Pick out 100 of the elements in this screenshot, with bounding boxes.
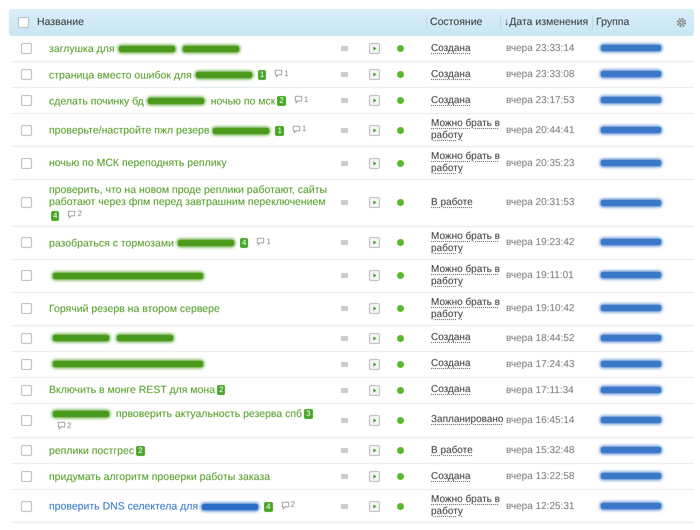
status-link[interactable]: Можно брать в работу bbox=[431, 230, 503, 254]
play-icon[interactable] bbox=[369, 384, 380, 396]
row-checkbox[interactable] bbox=[21, 303, 32, 314]
task-link[interactable]: проверьте/настройте пжл резерв bbox=[49, 124, 210, 137]
status-link[interactable]: Можно брать в работу bbox=[431, 494, 503, 518]
row-checkbox[interactable] bbox=[21, 358, 32, 370]
status-link[interactable]: В работе bbox=[431, 444, 503, 456]
status-link[interactable]: В работе bbox=[431, 196, 503, 209]
play-icon[interactable] bbox=[369, 303, 380, 314]
row-checkbox[interactable] bbox=[21, 197, 32, 208]
task-link[interactable]: проверить DNS селектела для bbox=[49, 500, 198, 513]
row-checkbox[interactable] bbox=[21, 332, 32, 344]
row-checkbox[interactable] bbox=[21, 69, 32, 80]
menu-icon[interactable] bbox=[341, 46, 348, 51]
task-link[interactable]: ночью по МСК переподнять реплику bbox=[49, 157, 227, 169]
menu-icon[interactable] bbox=[341, 388, 348, 392]
row-checkbox[interactable] bbox=[21, 471, 32, 482]
menu-icon[interactable] bbox=[341, 418, 348, 423]
play-icon[interactable] bbox=[369, 358, 380, 370]
task-link[interactable]: првоверить актуальность резерва спб bbox=[116, 408, 302, 420]
settings-icon[interactable] bbox=[676, 17, 686, 28]
play-icon[interactable] bbox=[369, 197, 380, 208]
status-link[interactable]: Создана bbox=[431, 384, 503, 396]
row-checkbox[interactable] bbox=[21, 95, 32, 106]
row-checkbox[interactable] bbox=[21, 270, 32, 281]
status-link[interactable]: Можно брать в работу bbox=[431, 264, 503, 288]
date-text: вчера 17:11:34 bbox=[505, 384, 575, 398]
status-link[interactable]: Запланировано bbox=[431, 414, 503, 426]
status-link[interactable]: Создана bbox=[431, 470, 503, 482]
menu-icon[interactable] bbox=[341, 240, 348, 245]
play-icon[interactable] bbox=[369, 471, 380, 482]
menu-icon[interactable] bbox=[341, 160, 348, 166]
status-link[interactable]: Создана bbox=[431, 94, 503, 106]
menu-icon[interactable] bbox=[341, 200, 348, 206]
menu-icon[interactable] bbox=[341, 504, 348, 508]
menu-icon[interactable] bbox=[341, 474, 348, 479]
blurred-text bbox=[601, 386, 661, 393]
row-checkbox[interactable] bbox=[21, 414, 32, 426]
row-checkbox[interactable] bbox=[21, 500, 32, 512]
subtask-count: 1 bbox=[258, 70, 266, 80]
play-icon[interactable] bbox=[369, 445, 380, 456]
menu-icon[interactable] bbox=[341, 98, 348, 103]
task-link[interactable]: сделать починку бд bbox=[49, 95, 144, 108]
row-checkbox[interactable] bbox=[21, 124, 32, 136]
task-link[interactable]: реплики постгрес bbox=[49, 444, 134, 456]
status-link[interactable]: Создана bbox=[431, 42, 503, 54]
comment-icon bbox=[292, 124, 301, 134]
date-text: вчера 23:33:08 bbox=[505, 68, 576, 82]
date-text: вчера 18:44:52 bbox=[505, 332, 576, 346]
menu-icon[interactable] bbox=[341, 448, 348, 453]
menu-icon[interactable] bbox=[341, 362, 348, 366]
status-link[interactable]: Создана bbox=[431, 332, 503, 344]
play-icon[interactable] bbox=[369, 500, 380, 512]
date-text: вчера 12:25:31 bbox=[505, 500, 576, 514]
menu-icon[interactable] bbox=[341, 128, 348, 132]
status-link[interactable]: Можно брать в работу bbox=[431, 151, 503, 175]
blurred-text bbox=[601, 417, 661, 424]
row-checkbox[interactable] bbox=[21, 384, 32, 396]
column-header[interactable]: Группа bbox=[592, 15, 668, 30]
play-icon[interactable] bbox=[369, 332, 380, 344]
task-link[interactable]: разобраться с тормозами bbox=[49, 237, 174, 250]
column-header[interactable]: Состояние bbox=[426, 15, 500, 30]
play-icon[interactable] bbox=[369, 270, 380, 281]
task-link[interactable]: придумать алгоритм проверки работы заказа bbox=[49, 470, 270, 482]
menu-icon[interactable] bbox=[341, 306, 348, 311]
date-text: вчера 19:10:42 bbox=[505, 302, 576, 316]
play-icon[interactable] bbox=[369, 237, 380, 248]
task-link[interactable]: Горячий резерв на втором сервере bbox=[49, 302, 220, 314]
blurred-text bbox=[601, 360, 661, 367]
row-checkbox[interactable] bbox=[21, 237, 32, 248]
menu-icon[interactable] bbox=[341, 72, 348, 77]
date-text: вчера 13:22:58 bbox=[505, 470, 576, 484]
play-icon[interactable] bbox=[369, 414, 380, 426]
row-checkbox[interactable] bbox=[21, 158, 32, 168]
play-icon[interactable] bbox=[369, 95, 380, 106]
blurred-text bbox=[118, 46, 175, 52]
task-link[interactable]: Включить в монге REST для мона bbox=[49, 384, 216, 396]
task-link[interactable]: проверить, что на новом проде реплики работают, сайты работают через фпм перед завтрашним переключением bbox=[49, 184, 334, 208]
blurred-text bbox=[601, 305, 661, 312]
menu-icon[interactable] bbox=[341, 273, 348, 278]
play-icon[interactable] bbox=[369, 69, 380, 80]
status-link[interactable]: Можно брать в работу bbox=[431, 296, 503, 320]
row-checkbox[interactable] bbox=[21, 43, 32, 54]
row-checkbox[interactable] bbox=[21, 445, 32, 456]
play-icon[interactable] bbox=[369, 124, 380, 136]
subtask-count: 4 bbox=[240, 238, 248, 248]
column-header[interactable]: Название bbox=[35, 15, 426, 30]
status-link[interactable]: Создана bbox=[431, 68, 503, 80]
menu-icon[interactable] bbox=[341, 336, 348, 340]
blurred-text bbox=[117, 335, 173, 342]
play-icon[interactable] bbox=[369, 158, 380, 168]
play-icon[interactable] bbox=[369, 43, 380, 54]
status-link[interactable]: Создана bbox=[431, 358, 503, 370]
task-link[interactable]: заглушка для bbox=[49, 42, 115, 54]
blurred-text bbox=[53, 410, 109, 417]
task-link[interactable]: ночью по мск bbox=[210, 95, 276, 108]
select-all-checkbox[interactable] bbox=[18, 17, 29, 28]
status-link[interactable]: Можно брать в работу bbox=[431, 118, 503, 142]
task-link[interactable]: страница вместо ошибок для bbox=[49, 69, 192, 82]
column-header[interactable]: ↓Дата изменения bbox=[500, 15, 592, 30]
